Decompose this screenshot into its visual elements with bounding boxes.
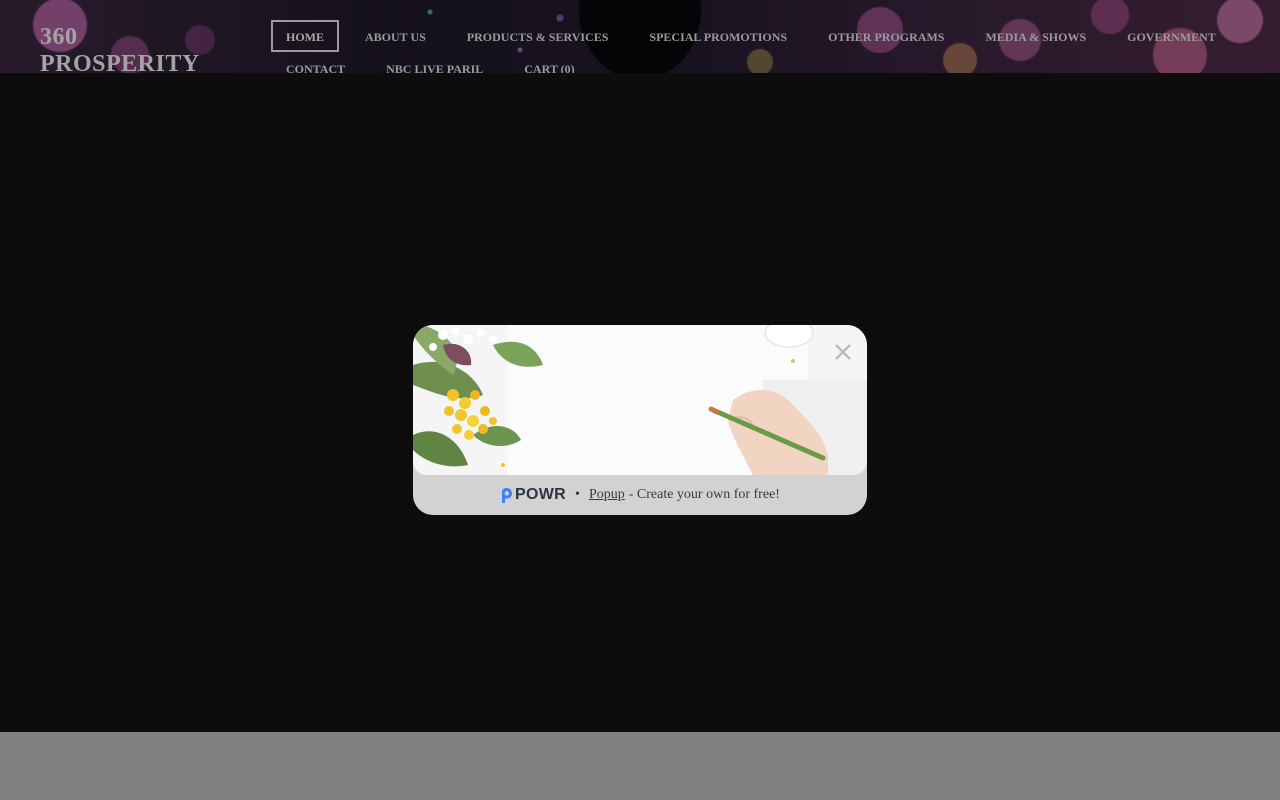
nav-item-media-shows[interactable]: MEDIA & SHOWS	[970, 20, 1101, 52]
flowers-and-pencil-illustration	[413, 325, 867, 475]
nav-item-other-programs[interactable]: OTHER PROGRAMS	[813, 20, 959, 52]
nav-item-cart[interactable]: CART (0)	[509, 52, 589, 73]
nav-item-contact[interactable]: CONTACT	[271, 52, 360, 73]
powr-icon	[502, 487, 513, 503]
nav-item-home[interactable]: HOME	[271, 20, 339, 52]
nav-item-nbc-live-paril[interactable]: NBC LIVE PARIL	[371, 52, 498, 73]
popup-tagline: - Create your own for free!	[628, 487, 780, 502]
nav-item-special-promotions[interactable]: SPECIAL PROMOTIONS	[634, 20, 802, 52]
nav-row-2: CONTACT NBC LIVE PARIL CART (0)	[271, 52, 1211, 73]
powr-brand-text: POWR	[515, 486, 567, 503]
close-icon	[835, 344, 851, 360]
powr-logo[interactable]: POWR	[500, 486, 566, 504]
popup-close-button[interactable]	[833, 342, 853, 362]
logo-line-1: 360	[40, 24, 78, 50]
popup-footer: POWR • Popup - Create your own for free!	[413, 475, 867, 515]
site-logo[interactable]: 360 PROSPERITY	[40, 24, 200, 73]
site-header: 360 PROSPERITY HOME ABOUT US PRODUCTS & …	[0, 0, 1280, 73]
nav-row-1: HOME ABOUT US PRODUCTS & SERVICES SPECIA…	[271, 20, 1216, 52]
page-bottom-strip	[0, 732, 1280, 800]
main-navigation: HOME ABOUT US PRODUCTS & SERVICES SPECIA…	[271, 20, 1216, 73]
popup-link[interactable]: Popup	[589, 487, 625, 503]
footer-separator: •	[575, 487, 580, 502]
nav-item-about-us[interactable]: ABOUT US	[350, 20, 441, 52]
popup-hero-image	[413, 325, 867, 475]
nav-item-products-services[interactable]: PRODUCTS & SERVICES	[452, 20, 624, 52]
nav-item-government[interactable]: GOVERNMENT	[1112, 20, 1231, 52]
logo-line-2: PROSPERITY	[40, 51, 200, 73]
popup-dialog: POWR • Popup - Create your own for free!	[413, 325, 867, 515]
